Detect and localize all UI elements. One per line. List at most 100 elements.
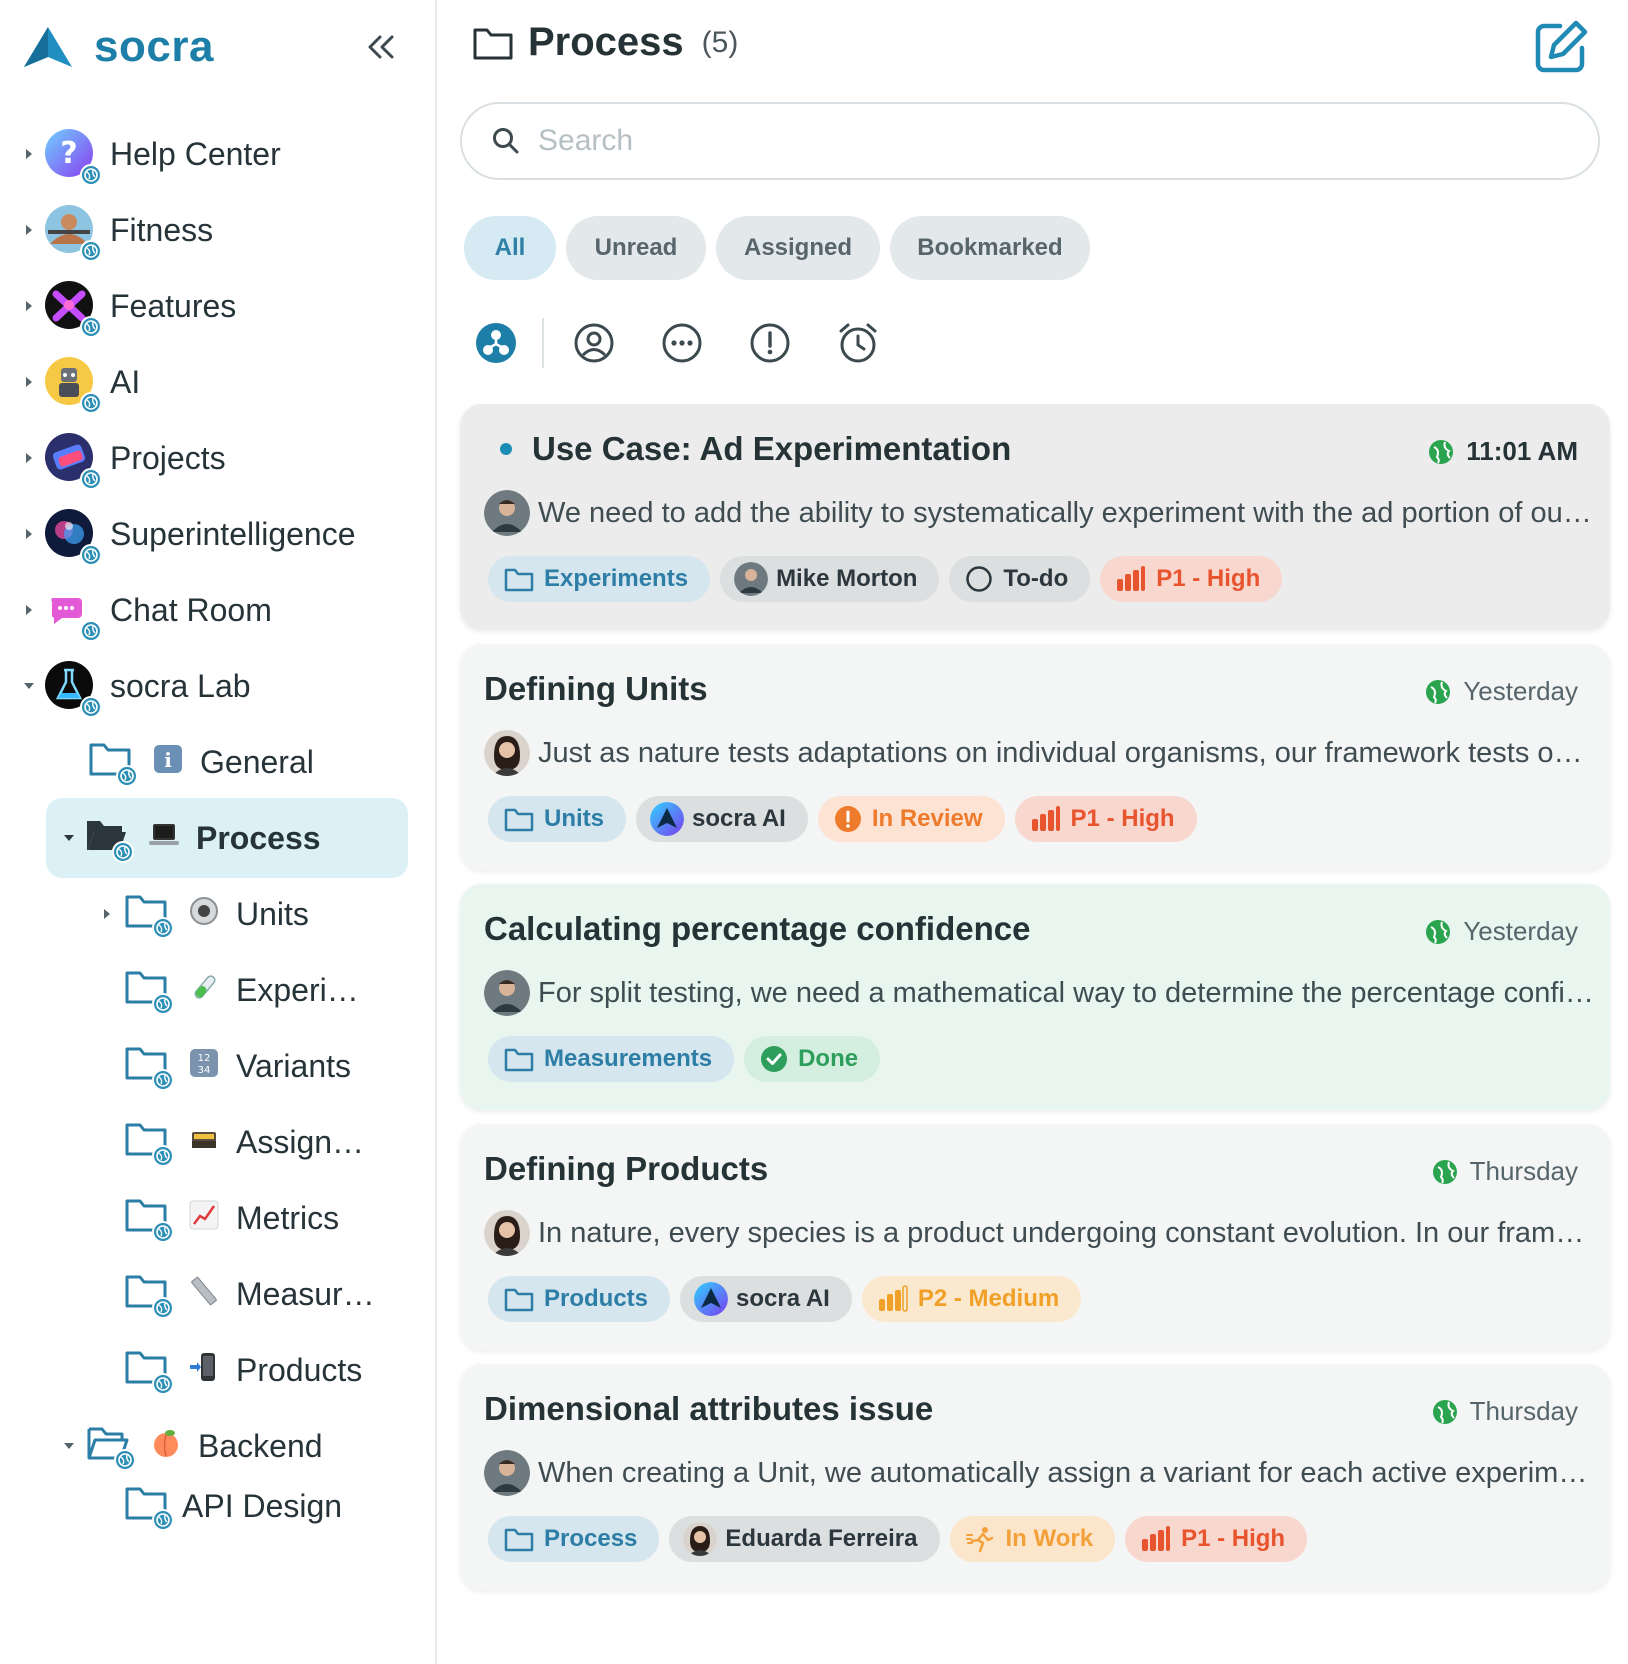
sidebar-item-projects[interactable]: Projects [20, 418, 226, 498]
sidebar-item-fitness[interactable]: Fitness [20, 190, 213, 270]
folder-icon [124, 1347, 174, 1395]
alert-filled-icon [834, 806, 861, 832]
sidebar-item-superintelligence[interactable]: Superintelligence [20, 494, 356, 574]
globe-icon [1429, 439, 1454, 464]
open-folder-outline-icon [86, 1423, 136, 1471]
caret-right-icon[interactable] [20, 601, 38, 619]
priority-tag[interactable]: P2 - Medium [861, 1276, 1082, 1322]
svg-text:?: ? [60, 136, 77, 171]
folder-tag[interactable]: Products [488, 1276, 671, 1322]
caret-down-icon[interactable] [20, 677, 38, 695]
assignee-tag[interactable]: Mike Morton [720, 556, 940, 602]
folder-icon [504, 1048, 534, 1072]
filter-assigned[interactable]: Assigned [716, 216, 880, 280]
status-tag[interactable]: In Work [949, 1516, 1116, 1562]
ruler-icon [186, 1276, 222, 1313]
page-title: Process [528, 20, 684, 64]
thread-card[interactable]: Defining Products Thursday In nature, ev… [460, 1124, 1610, 1350]
filter-bookmarked[interactable]: Bookmarked [890, 216, 1090, 280]
caret-down-icon[interactable] [60, 1437, 78, 1455]
sidebar-item-socra-lab[interactable]: socra Lab [20, 646, 251, 726]
thread-preview: When creating a Unit, we automatically a… [484, 1450, 1594, 1496]
sidebar-item-ai[interactable]: AI [20, 342, 140, 422]
socra-ai-avatar [694, 1282, 729, 1316]
globe-icon [80, 316, 102, 338]
avatar [484, 730, 530, 776]
folder-tag[interactable]: Experiments [488, 556, 711, 602]
priority-tag[interactable]: P1 - High [1014, 796, 1197, 842]
globe-icon [152, 917, 174, 939]
sidebar-item-general[interactable]: i General [88, 722, 314, 802]
assignee-tag[interactable]: socra AI [680, 1276, 852, 1322]
caret-right-icon[interactable] [20, 145, 38, 163]
search-input[interactable] [538, 124, 1538, 158]
folder-icon [124, 1043, 174, 1091]
folder-icon [124, 1195, 174, 1243]
priority-tag[interactable]: P1 - High [1125, 1516, 1308, 1562]
thread-card[interactable]: Dimensional attributes issue Thursday Wh… [460, 1364, 1610, 1590]
sidebar-item-api-design[interactable]: API Design [124, 1466, 342, 1546]
priority-view-button[interactable] [748, 321, 792, 365]
caret-right-icon[interactable] [20, 373, 38, 391]
sidebar-item-metrics[interactable]: Metrics [124, 1178, 339, 1258]
thread-preview: We need to add the ability to systematic… [484, 490, 1594, 536]
folder-icon [124, 1271, 174, 1319]
thread-card[interactable]: Use Case: Ad Experimentation 11:01 AM We… [460, 404, 1610, 630]
globe-icon [1426, 679, 1451, 704]
chart-increasing-icon [186, 1200, 222, 1237]
fitness-avatar [44, 204, 102, 262]
collapse-sidebar-button[interactable] [362, 28, 400, 66]
assignee-view-button[interactable] [572, 321, 616, 365]
filter-unread[interactable]: Unread [566, 216, 706, 280]
thread-count: (5) [701, 25, 739, 59]
assignee-tag[interactable]: Eduarda Ferreira [669, 1516, 940, 1562]
folder-tag[interactable]: Measurements [488, 1036, 735, 1082]
due-date-view-button[interactable] [836, 321, 880, 365]
caret-right-icon[interactable] [98, 905, 116, 923]
caret-right-icon[interactable] [20, 449, 38, 467]
filter-all[interactable]: All [464, 216, 556, 280]
user-circle-icon [574, 323, 614, 363]
caret-right-icon[interactable] [20, 525, 38, 543]
caret-right-icon[interactable] [20, 297, 38, 315]
brand[interactable]: socra [22, 22, 214, 72]
sidebar-item-experiments[interactable]: Experi… [124, 950, 359, 1030]
globe-icon [80, 544, 102, 566]
thread-title: Dimensional attributes issue [484, 1390, 934, 1427]
mobile-arrow-icon [186, 1352, 222, 1389]
assignee-tag[interactable]: socra AI [636, 796, 808, 842]
sidebar-item-measurements[interactable]: Measur… [124, 1254, 375, 1334]
folder-icon [124, 891, 174, 939]
folder-icon [124, 1119, 174, 1167]
search-bar[interactable] [460, 102, 1600, 180]
group-view-button[interactable] [474, 321, 518, 365]
thread-card[interactable]: Calculating percentage confidence Yester… [460, 884, 1610, 1110]
sidebar-item-products[interactable]: Products [124, 1330, 362, 1410]
folder-tag[interactable]: Process [488, 1516, 660, 1562]
search-icon [493, 128, 519, 154]
sidebar-item-chat-room[interactable]: Chat Room [20, 570, 272, 650]
status-view-button[interactable] [660, 321, 704, 365]
sidebar-item-process[interactable]: Process [46, 798, 408, 878]
globe-icon [152, 1373, 174, 1395]
sidebar-item-features[interactable]: Features [20, 266, 236, 346]
thread-title: Calculating percentage confidence [484, 910, 1031, 947]
sidebar-item-help-center[interactable]: ? Help Center [20, 114, 281, 194]
sidebar-item-variants[interactable]: 12 34 Variants [124, 1026, 351, 1106]
globe-icon [80, 164, 102, 186]
status-tag[interactable]: In Review [817, 796, 1005, 842]
sidebar-item-units[interactable]: Units [98, 874, 309, 954]
caret-right-icon[interactable] [20, 221, 38, 239]
folder-icon [473, 28, 513, 59]
sidebar-item-assignments[interactable]: Assign… [124, 1102, 364, 1182]
priority-bars-icon [878, 1285, 908, 1312]
thread-card[interactable]: Defining Units Yesterday Just as nature … [460, 644, 1610, 870]
caret-down-icon[interactable] [60, 829, 78, 847]
globe-icon [116, 765, 138, 787]
priority-tag[interactable]: P1 - High [1100, 556, 1283, 602]
status-tag[interactable]: To-do [949, 556, 1091, 602]
folder-tag[interactable]: Units [488, 796, 626, 842]
status-tag[interactable]: Done [744, 1036, 881, 1082]
compose-button[interactable] [1532, 18, 1590, 76]
globe-icon [80, 392, 102, 414]
